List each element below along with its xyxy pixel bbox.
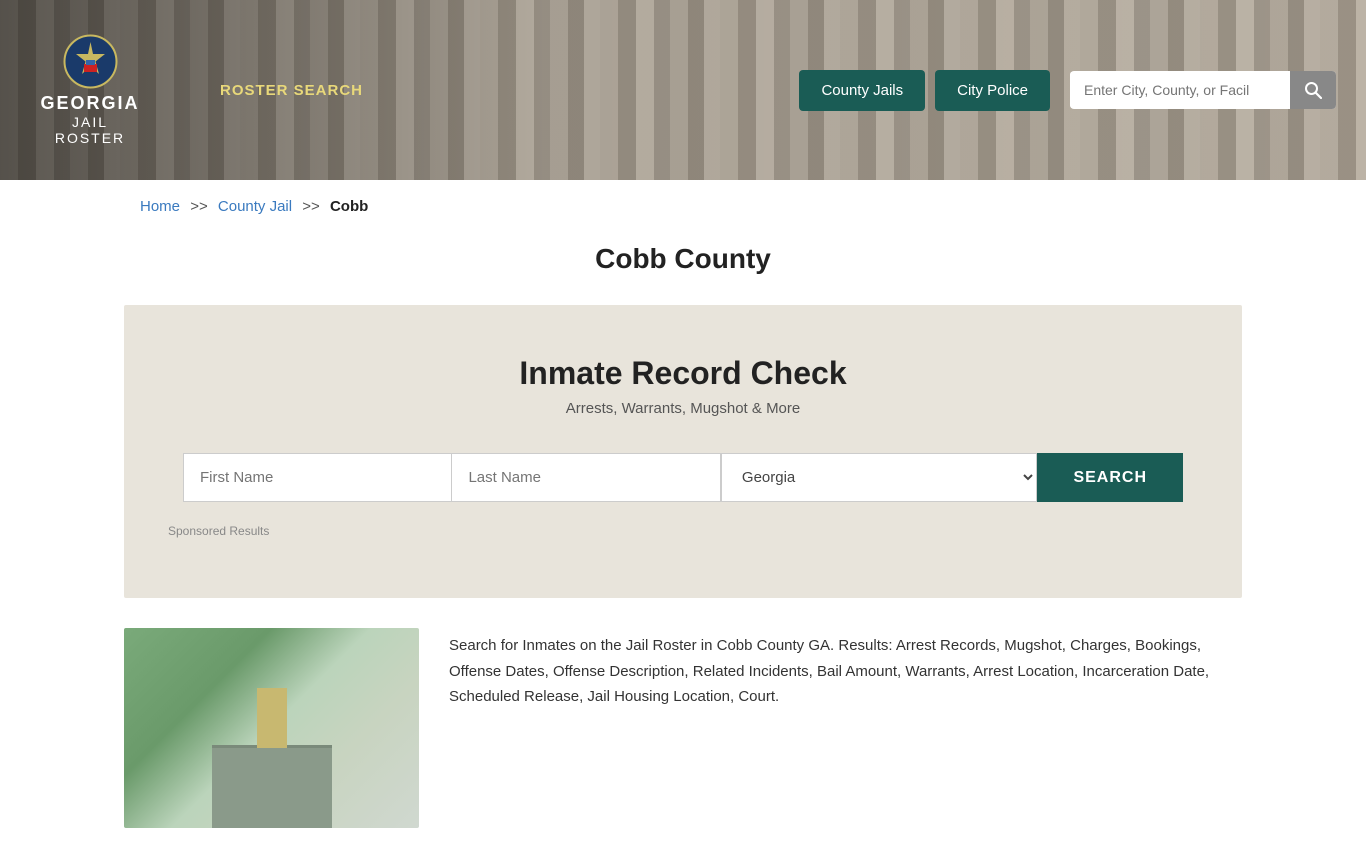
inmate-record-section: Inmate Record Check Arrests, Warrants, M… bbox=[124, 305, 1242, 598]
facility-image bbox=[124, 628, 419, 828]
header-search-button[interactable] bbox=[1290, 71, 1336, 109]
state-select[interactable]: AlabamaAlaskaArizonaArkansasCaliforniaCo… bbox=[721, 453, 1038, 502]
sponsored-label: Sponsored Results bbox=[168, 524, 1202, 538]
breadcrumb-sep2: >> bbox=[302, 198, 320, 215]
search-icon bbox=[1304, 81, 1322, 99]
breadcrumb-sep1: >> bbox=[190, 198, 208, 215]
nav-buttons: County Jails City Police bbox=[799, 70, 1336, 111]
inmate-record-subtitle: Arrests, Warrants, Mugshot & More bbox=[164, 400, 1202, 417]
logo-area: GEORGIA JAIL ROSTER bbox=[30, 34, 150, 146]
first-name-input[interactable] bbox=[183, 453, 451, 502]
inmate-search-button[interactable]: SEARCH bbox=[1037, 453, 1183, 502]
georgia-seal-icon bbox=[63, 34, 118, 89]
bottom-description: Search for Inmates on the Jail Roster in… bbox=[449, 628, 1242, 710]
header-search-input[interactable] bbox=[1070, 72, 1290, 108]
bottom-section: Search for Inmates on the Jail Roster in… bbox=[0, 598, 1366, 858]
breadcrumb: Home >> County Jail >> Cobb bbox=[0, 180, 1366, 233]
county-jails-button[interactable]: County Jails bbox=[799, 70, 925, 111]
header-search-bar bbox=[1070, 71, 1336, 109]
inmate-record-title: Inmate Record Check bbox=[164, 355, 1202, 392]
breadcrumb-county-jail[interactable]: County Jail bbox=[218, 198, 292, 215]
logo-roster: ROSTER bbox=[55, 130, 125, 146]
breadcrumb-home[interactable]: Home bbox=[140, 198, 180, 215]
city-police-button[interactable]: City Police bbox=[935, 70, 1050, 111]
inmate-search-form: AlabamaAlaskaArizonaArkansasCaliforniaCo… bbox=[183, 453, 1183, 502]
logo-jail: JAIL bbox=[72, 114, 108, 130]
roster-search-link[interactable]: ROSTER SEARCH bbox=[220, 82, 363, 99]
header: GEORGIA JAIL ROSTER ROSTER SEARCH County… bbox=[0, 0, 1366, 180]
page-title: Cobb County bbox=[0, 243, 1366, 275]
breadcrumb-current: Cobb bbox=[330, 198, 368, 215]
last-name-input[interactable] bbox=[451, 453, 720, 502]
logo-georgia: GEORGIA bbox=[40, 93, 139, 114]
